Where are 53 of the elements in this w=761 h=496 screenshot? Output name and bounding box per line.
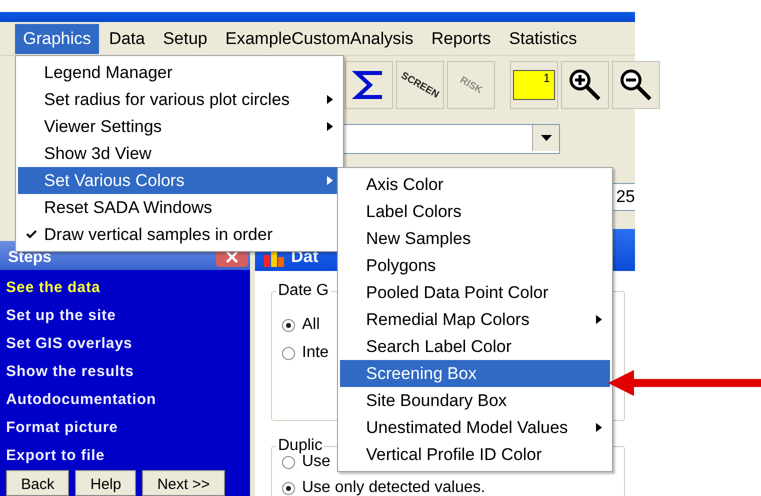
step-link[interactable]: Export to file	[6, 442, 250, 470]
step-link[interactable]: Format picture	[6, 414, 250, 442]
dropdown-arrow-icon	[540, 135, 552, 141]
step-button[interactable]: Help	[75, 470, 136, 496]
step-link[interactable]: Show the results	[6, 358, 250, 386]
menu-item[interactable]: Reports	[423, 24, 499, 54]
menu-entry[interactable]: Pooled Data Point Color	[340, 279, 610, 306]
step-link[interactable]: Set up the site	[6, 302, 250, 330]
panel-title: Steps	[8, 249, 52, 267]
menu-entry[interactable]: Label Colors	[340, 198, 610, 225]
step-button[interactable]: Back	[6, 470, 70, 496]
menu-entry[interactable]: Screening Box	[340, 360, 610, 387]
radio-option[interactable]: Use	[282, 453, 330, 471]
menu-entry[interactable]: Site Boundary Box	[340, 387, 610, 414]
step-link[interactable]: See the data	[6, 274, 250, 302]
step-button[interactable]: Next >>	[142, 470, 225, 496]
submenu-arrow-icon	[327, 122, 333, 131]
menu-entry[interactable]: Viewer Settings	[18, 113, 341, 140]
submenu-arrow-icon	[327, 95, 333, 104]
menu-item[interactable]: Data	[101, 24, 153, 54]
menu-entry[interactable]: New Samples	[340, 225, 610, 252]
menu-entry[interactable]: Polygons	[340, 252, 610, 279]
ruler-icon: 1	[513, 70, 555, 100]
group-title: Duplic	[276, 437, 324, 455]
step-link[interactable]: Set GIS overlays	[6, 330, 250, 358]
menu-entry[interactable]: Draw vertical samples in order	[18, 221, 341, 248]
sigma-button[interactable]	[345, 61, 393, 109]
menu-item[interactable]: Setup	[154, 24, 216, 54]
radio-option[interactable]: Use only detected values.	[282, 479, 486, 496]
ruler-button[interactable]: 1	[510, 61, 558, 109]
menu-entry[interactable]: Set radius for various plot circles	[18, 86, 341, 113]
zoom-out-button[interactable]	[612, 61, 660, 109]
menu-entry[interactable]: Legend Manager	[18, 59, 341, 86]
menu-entry[interactable]: Search Label Color	[340, 333, 610, 360]
menu-item[interactable]: Graphics	[15, 24, 100, 54]
menu-item[interactable]: ExampleCustomAnalysis	[217, 24, 422, 54]
submenu-arrow-icon	[327, 176, 333, 185]
zoom-out-icon	[618, 67, 654, 103]
zoom-in-button[interactable]	[561, 61, 609, 109]
menu-entry[interactable]: Axis Color	[340, 171, 610, 198]
radio-option[interactable]: All	[282, 316, 320, 334]
radio-option[interactable]: Inte	[282, 344, 329, 362]
menu-item[interactable]: Statistics	[500, 24, 585, 54]
menu-entry[interactable]: Remedial Map Colors	[340, 306, 610, 333]
menu-entry[interactable]: Show 3d View	[18, 140, 341, 167]
zoom-in-icon	[567, 67, 603, 103]
menu-entry[interactable]: Vertical Profile ID Color	[340, 441, 610, 468]
menu-entry[interactable]: Reset SADA Windows	[18, 194, 341, 221]
menu-entry[interactable]: Unestimated Model Values	[340, 414, 610, 441]
check-icon	[26, 230, 37, 239]
step-link[interactable]: Autodocumentation	[6, 386, 250, 414]
submenu-arrow-icon	[596, 315, 602, 324]
submenu-arrow-icon	[596, 423, 602, 432]
